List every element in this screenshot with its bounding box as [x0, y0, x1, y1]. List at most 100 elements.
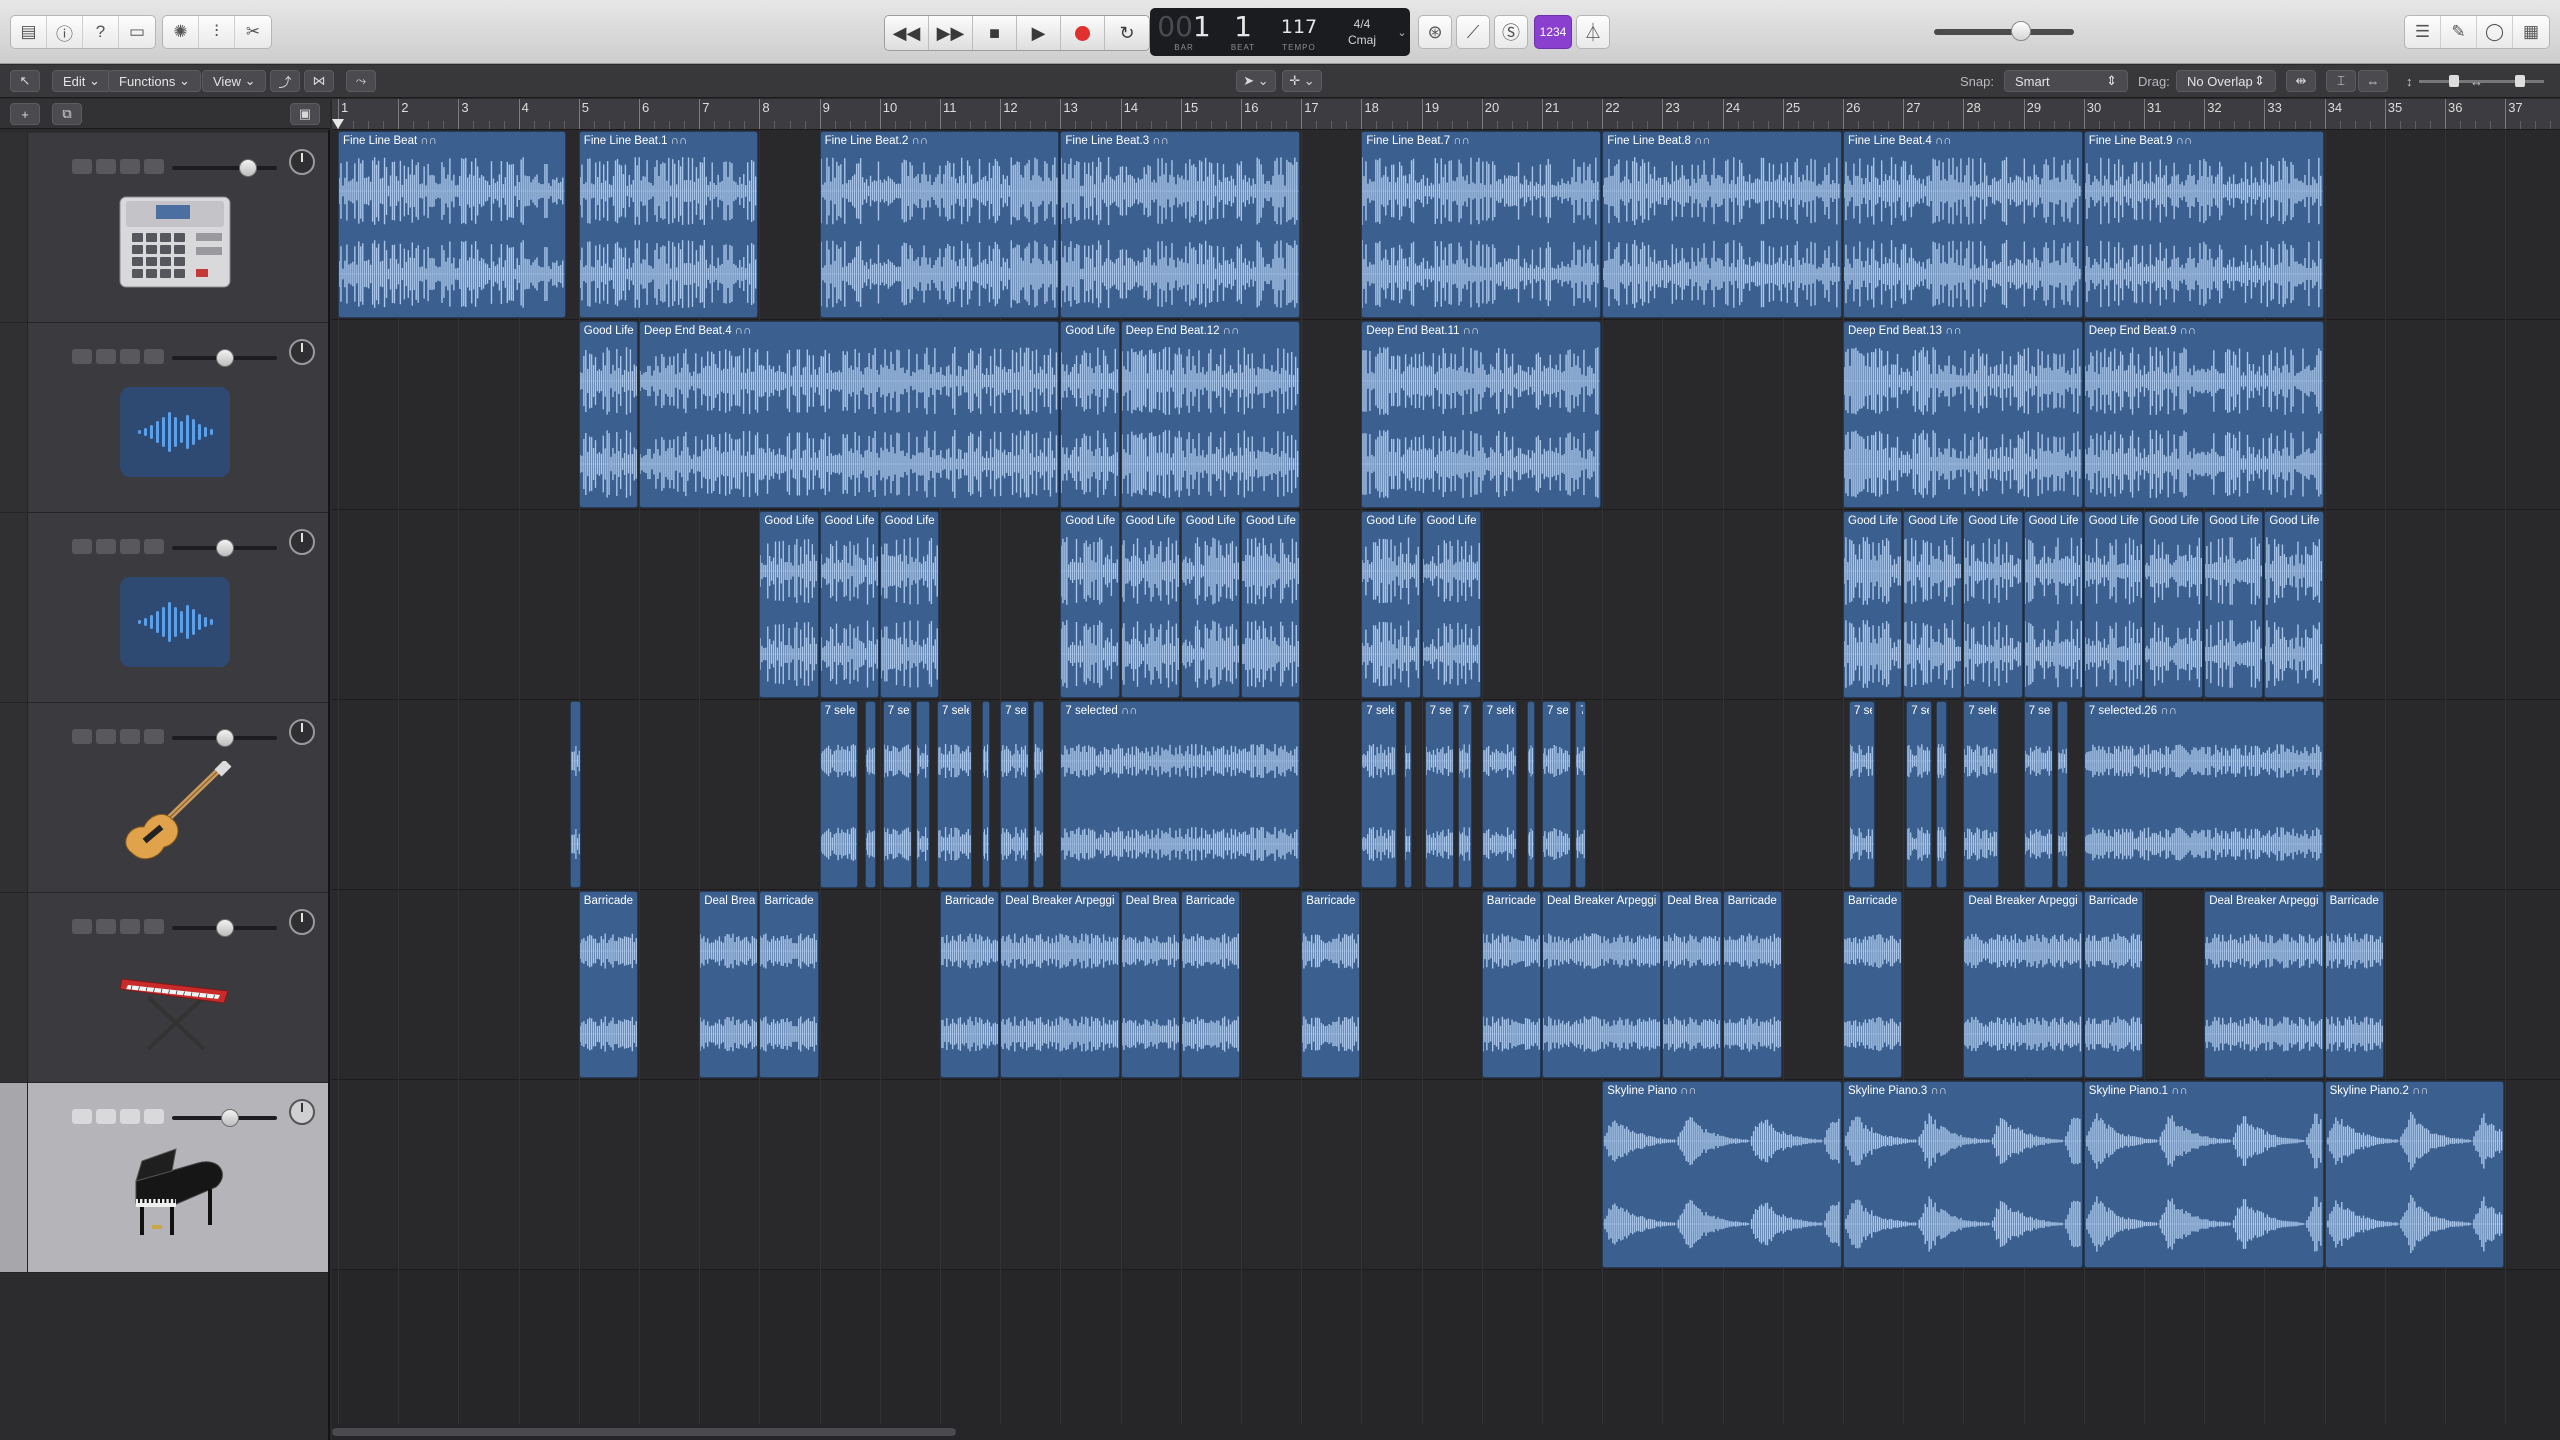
audio-region[interactable]: Good Life: [1060, 511, 1120, 698]
master-volume-knob[interactable]: [2010, 21, 2031, 41]
track-volume-knob[interactable]: [216, 539, 234, 557]
record-enable-button[interactable]: [120, 729, 140, 744]
vertical-fit-icon[interactable]: ⌶: [2326, 70, 2356, 92]
audio-region[interactable]: Barricade: [1843, 891, 1903, 1078]
audio-region[interactable]: 7 se: [1906, 701, 1933, 888]
master-volume-slider[interactable]: [1934, 21, 2074, 41]
browser-icon[interactable]: ▦: [2513, 16, 2549, 48]
pan-knob[interactable]: [289, 909, 315, 935]
audio-region[interactable]: Fine Line Beat.8 ∩∩: [1602, 131, 1842, 318]
pan-knob[interactable]: [289, 1099, 315, 1125]
audio-region[interactable]: Fine Line Beat.3 ∩∩: [1060, 131, 1301, 318]
track-header[interactable]: [0, 703, 328, 893]
input-monitor-button[interactable]: [144, 1109, 164, 1124]
audio-region[interactable]: Good Life: [2144, 511, 2204, 698]
track-volume-knob[interactable]: [221, 1109, 239, 1127]
audio-region[interactable]: Good Life: [1903, 511, 1963, 698]
input-monitor-button[interactable]: [144, 159, 164, 174]
catch-icon[interactable]: ⤳: [346, 70, 376, 92]
audio-region[interactable]: 7 se: [1424, 701, 1454, 888]
audio-region[interactable]: Fine Line Beat.2 ∩∩: [819, 131, 1060, 318]
list-editors-icon[interactable]: ☰: [2405, 16, 2441, 48]
pan-knob[interactable]: [289, 149, 315, 175]
smart-controls-icon[interactable]: ✺: [163, 16, 199, 48]
rewind-icon[interactable]: ◀◀: [885, 16, 929, 50]
audio-region[interactable]: Barricade: [1301, 891, 1361, 1078]
audio-region[interactable]: [1033, 701, 1045, 888]
lcd-display[interactable]: 001 BAR 1 BEAT 117 TEMPO 4/4 Cmaj ⌄: [1150, 8, 1410, 56]
library-icon[interactable]: ▤: [11, 16, 47, 48]
audio-region[interactable]: [915, 701, 930, 888]
track-header[interactable]: [0, 513, 328, 703]
track-header[interactable]: [0, 133, 328, 323]
solo-button[interactable]: [96, 1109, 116, 1124]
view-menu[interactable]: View ⌄: [202, 70, 267, 92]
horizontal-zoom-slider[interactable]: ↔: [2460, 70, 2560, 92]
replace-icon[interactable]: ⟋: [1456, 15, 1490, 49]
editors-icon[interactable]: ✂: [235, 16, 271, 48]
automation-icon[interactable]: ⤴: [270, 70, 300, 92]
mute-button[interactable]: [72, 159, 92, 174]
pointer-tool-icon[interactable]: ➤ ⌄: [1236, 70, 1276, 92]
mixer-icon[interactable]: ⫶: [199, 16, 235, 48]
tuner-icon[interactable]: ⊛: [1418, 15, 1452, 49]
audio-region[interactable]: Good Life: [879, 511, 939, 698]
mute-button[interactable]: [72, 539, 92, 554]
audio-region[interactable]: Fine Line Beat.9 ∩∩: [2083, 131, 2324, 318]
note-pad-icon[interactable]: ✎: [2441, 16, 2477, 48]
audio-region[interactable]: Barricade: [2324, 891, 2384, 1078]
audio-region[interactable]: Deal Breaker Arpeggi: [2204, 891, 2324, 1078]
waveform-zoom-icon[interactable]: ⇹: [2286, 70, 2316, 92]
audio-region[interactable]: Deal Breaker Arpeggi: [1000, 891, 1120, 1078]
audio-region[interactable]: Deep End Beat.13 ∩∩: [1843, 321, 2083, 508]
track-volume-slider[interactable]: [172, 349, 277, 367]
input-monitor-button[interactable]: [144, 539, 164, 554]
audio-region[interactable]: Good Life: [1120, 511, 1180, 698]
solo-button[interactable]: [96, 729, 116, 744]
audio-region[interactable]: 7 se: [1542, 701, 1572, 888]
audio-region[interactable]: Good Life: [1361, 511, 1421, 698]
scrollbar-thumb[interactable]: [332, 1428, 956, 1436]
audio-region[interactable]: Deal Breaker Arpeggi: [1542, 891, 1662, 1078]
tracks-area[interactable]: Fine Line Beat ∩∩ Fine Line Beat.1 ∩∩ Fine…: [332, 130, 2560, 1425]
record-enable-button[interactable]: [120, 1109, 140, 1124]
audio-region[interactable]: 7 selected.26 ∩∩: [2083, 701, 2324, 888]
cycle-icon[interactable]: ↻: [1105, 16, 1149, 50]
audio-region[interactable]: Fine Line Beat.7 ∩∩: [1361, 131, 1602, 318]
record-enable-button[interactable]: [120, 159, 140, 174]
audio-region[interactable]: 7 sele: [1481, 701, 1517, 888]
track-volume-knob[interactable]: [216, 729, 234, 747]
lcd-dropdown-icon[interactable]: ⌄: [1394, 8, 1410, 56]
audio-region[interactable]: Good Life: [1241, 511, 1301, 698]
edit-menu[interactable]: Edit ⌄: [52, 70, 111, 92]
audio-region[interactable]: Good Life: [1421, 511, 1481, 698]
audio-region[interactable]: 7 sel: [2023, 701, 2053, 888]
audio-region[interactable]: Deal Breaker Arpeggi: [1963, 891, 2083, 1078]
audio-region[interactable]: [1936, 701, 1948, 888]
audio-region[interactable]: Good Life: [759, 511, 819, 698]
toolbar-icon[interactable]: ▭: [119, 16, 155, 48]
functions-menu[interactable]: Functions ⌄: [108, 70, 201, 92]
audio-region[interactable]: Skyline Piano ∩∩: [1602, 1081, 1842, 1268]
mute-button[interactable]: [72, 349, 92, 364]
record-enable-button[interactable]: [120, 349, 140, 364]
snap-dropdown[interactable]: Smart ⇕: [2004, 70, 2128, 92]
playhead[interactable]: [332, 119, 344, 129]
lcd-signature-key[interactable]: 4/4 Cmaj: [1330, 8, 1394, 56]
pan-knob[interactable]: [289, 339, 315, 365]
track-header[interactable]: [0, 323, 328, 513]
solo-button[interactable]: [96, 349, 116, 364]
metronome-icon[interactable]: ⏃: [1576, 15, 1610, 49]
audio-region[interactable]: 7: [1457, 701, 1472, 888]
audio-region[interactable]: Good Life: [2204, 511, 2264, 698]
play-icon[interactable]: ▶: [1017, 16, 1061, 50]
audio-region[interactable]: Good Life: [1180, 511, 1240, 698]
audio-region[interactable]: Deep End Beat.11 ∩∩: [1361, 321, 1602, 508]
loop-browser-icon[interactable]: ◯: [2477, 16, 2513, 48]
pan-knob[interactable]: [289, 529, 315, 555]
input-monitor-button[interactable]: [144, 349, 164, 364]
record-enable-button[interactable]: [120, 919, 140, 934]
audio-region[interactable]: 7 sel: [1000, 701, 1030, 888]
audio-region[interactable]: [569, 701, 581, 888]
audio-region[interactable]: Barricade: [1722, 891, 1782, 1078]
